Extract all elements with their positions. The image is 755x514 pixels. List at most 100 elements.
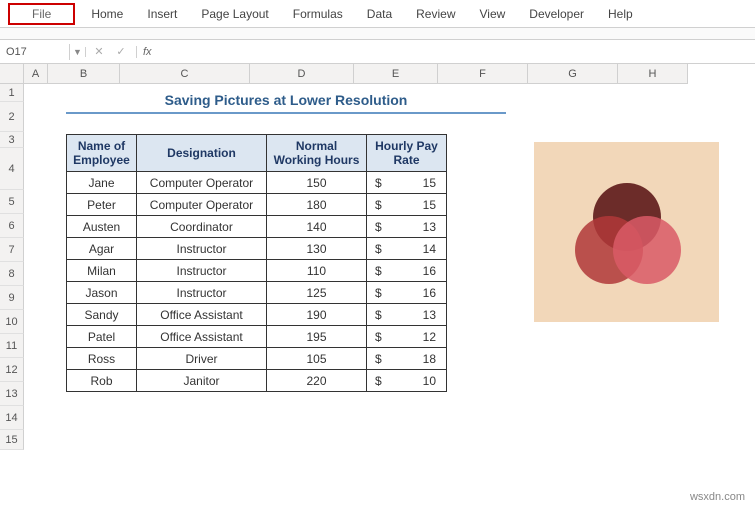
cell-hours[interactable]: 105: [267, 348, 367, 370]
cell-currency[interactable]: $: [367, 326, 387, 348]
row-header-13[interactable]: 13: [0, 382, 24, 406]
ribbon-tab-file[interactable]: File: [20, 3, 63, 25]
row-header-7[interactable]: 7: [0, 238, 24, 262]
cell-currency[interactable]: $: [367, 216, 387, 238]
cell-rate[interactable]: 13: [387, 216, 447, 238]
col-header-G[interactable]: G: [528, 64, 618, 84]
cell-currency[interactable]: $: [367, 348, 387, 370]
cell-designation[interactable]: Instructor: [137, 238, 267, 260]
cell-name[interactable]: Patel: [67, 326, 137, 348]
col-header-F[interactable]: F: [438, 64, 528, 84]
cell-name[interactable]: Sandy: [67, 304, 137, 326]
cell-designation[interactable]: Instructor: [137, 282, 267, 304]
select-all-corner[interactable]: [0, 64, 24, 84]
ribbon-tab-developer[interactable]: Developer: [517, 3, 596, 25]
sheet-canvas[interactable]: Saving Pictures at Lower Resolution Name…: [24, 84, 755, 514]
cell-hours[interactable]: 190: [267, 304, 367, 326]
col-header-A[interactable]: A: [24, 64, 48, 84]
row-header-3[interactable]: 3: [0, 132, 24, 148]
table-row: AgarInstructor130$14: [67, 238, 447, 260]
cell-rate[interactable]: 14: [387, 238, 447, 260]
table-row: MilanInstructor110$16: [67, 260, 447, 282]
cell-rate[interactable]: 15: [387, 194, 447, 216]
cell-designation[interactable]: Instructor: [137, 260, 267, 282]
enter-icon[interactable]: ✓: [114, 45, 128, 58]
cell-name[interactable]: Agar: [67, 238, 137, 260]
cell-currency[interactable]: $: [367, 194, 387, 216]
cell-hours[interactable]: 140: [267, 216, 367, 238]
cell-hours[interactable]: 130: [267, 238, 367, 260]
cell-name[interactable]: Rob: [67, 370, 137, 392]
cell-currency[interactable]: $: [367, 238, 387, 260]
sheet-title: Saving Pictures at Lower Resolution: [66, 92, 506, 114]
row-header-1[interactable]: 1: [0, 84, 24, 102]
cell-designation[interactable]: Driver: [137, 348, 267, 370]
cancel-icon[interactable]: ✕: [92, 45, 106, 58]
cell-rate[interactable]: 16: [387, 260, 447, 282]
cell-hours[interactable]: 195: [267, 326, 367, 348]
row-header-4[interactable]: 4: [0, 148, 24, 190]
cell-name[interactable]: Austen: [67, 216, 137, 238]
fx-icon[interactable]: fx: [136, 46, 152, 58]
th-rate: Hourly Pay Rate: [367, 135, 447, 172]
col-header-D[interactable]: D: [250, 64, 354, 84]
cell-hours[interactable]: 180: [267, 194, 367, 216]
ribbon-tab-view[interactable]: View: [468, 3, 518, 25]
row-header-9[interactable]: 9: [0, 286, 24, 310]
row-header-10[interactable]: 10: [0, 310, 24, 334]
cell-designation[interactable]: Computer Operator: [137, 172, 267, 194]
inserted-picture[interactable]: [534, 142, 719, 322]
col-header-C[interactable]: C: [120, 64, 250, 84]
table-row: SandyOffice Assistant190$13: [67, 304, 447, 326]
ribbon-tab-review[interactable]: Review: [404, 3, 467, 25]
cell-name[interactable]: Ross: [67, 348, 137, 370]
cell-rate[interactable]: 18: [387, 348, 447, 370]
name-box[interactable]: O17: [0, 44, 70, 60]
cell-hours[interactable]: 110: [267, 260, 367, 282]
formula-input[interactable]: [158, 44, 755, 60]
file-tab-highlight: File: [8, 3, 75, 25]
cell-designation[interactable]: Coordinator: [137, 216, 267, 238]
row-header-11[interactable]: 11: [0, 334, 24, 358]
ribbon-tab-home[interactable]: Home: [79, 3, 135, 25]
cell-currency[interactable]: $: [367, 282, 387, 304]
cell-hours[interactable]: 220: [267, 370, 367, 392]
col-header-H[interactable]: H: [618, 64, 688, 84]
table-row: JasonInstructor125$16: [67, 282, 447, 304]
cell-designation[interactable]: Janitor: [137, 370, 267, 392]
cell-designation[interactable]: Office Assistant: [137, 326, 267, 348]
name-box-dropdown-icon[interactable]: ▼: [70, 47, 86, 57]
ribbon-tab-insert[interactable]: Insert: [135, 3, 189, 25]
cell-rate[interactable]: 13: [387, 304, 447, 326]
col-header-B[interactable]: B: [48, 64, 120, 84]
row-header-14[interactable]: 14: [0, 406, 24, 430]
cell-rate[interactable]: 16: [387, 282, 447, 304]
row-header-2[interactable]: 2: [0, 102, 24, 132]
cell-rate[interactable]: 10: [387, 370, 447, 392]
ribbon-tab-data[interactable]: Data: [355, 3, 404, 25]
cell-hours[interactable]: 150: [267, 172, 367, 194]
cell-name[interactable]: Jane: [67, 172, 137, 194]
cell-currency[interactable]: $: [367, 172, 387, 194]
row-header-8[interactable]: 8: [0, 262, 24, 286]
col-header-E[interactable]: E: [354, 64, 438, 84]
cell-rate[interactable]: 15: [387, 172, 447, 194]
cell-rate[interactable]: 12: [387, 326, 447, 348]
cell-currency[interactable]: $: [367, 304, 387, 326]
row-header-15[interactable]: 15: [0, 430, 24, 450]
cell-designation[interactable]: Computer Operator: [137, 194, 267, 216]
ribbon-tab-help[interactable]: Help: [596, 3, 645, 25]
row-header-6[interactable]: 6: [0, 214, 24, 238]
ribbon-tab-formulas[interactable]: Formulas: [281, 3, 355, 25]
cell-designation[interactable]: Office Assistant: [137, 304, 267, 326]
cell-name[interactable]: Peter: [67, 194, 137, 216]
table-row: PeterComputer Operator180$15: [67, 194, 447, 216]
ribbon-tab-page-layout[interactable]: Page Layout: [189, 3, 280, 25]
cell-name[interactable]: Milan: [67, 260, 137, 282]
cell-hours[interactable]: 125: [267, 282, 367, 304]
cell-currency[interactable]: $: [367, 370, 387, 392]
cell-currency[interactable]: $: [367, 260, 387, 282]
cell-name[interactable]: Jason: [67, 282, 137, 304]
row-header-12[interactable]: 12: [0, 358, 24, 382]
row-header-5[interactable]: 5: [0, 190, 24, 214]
